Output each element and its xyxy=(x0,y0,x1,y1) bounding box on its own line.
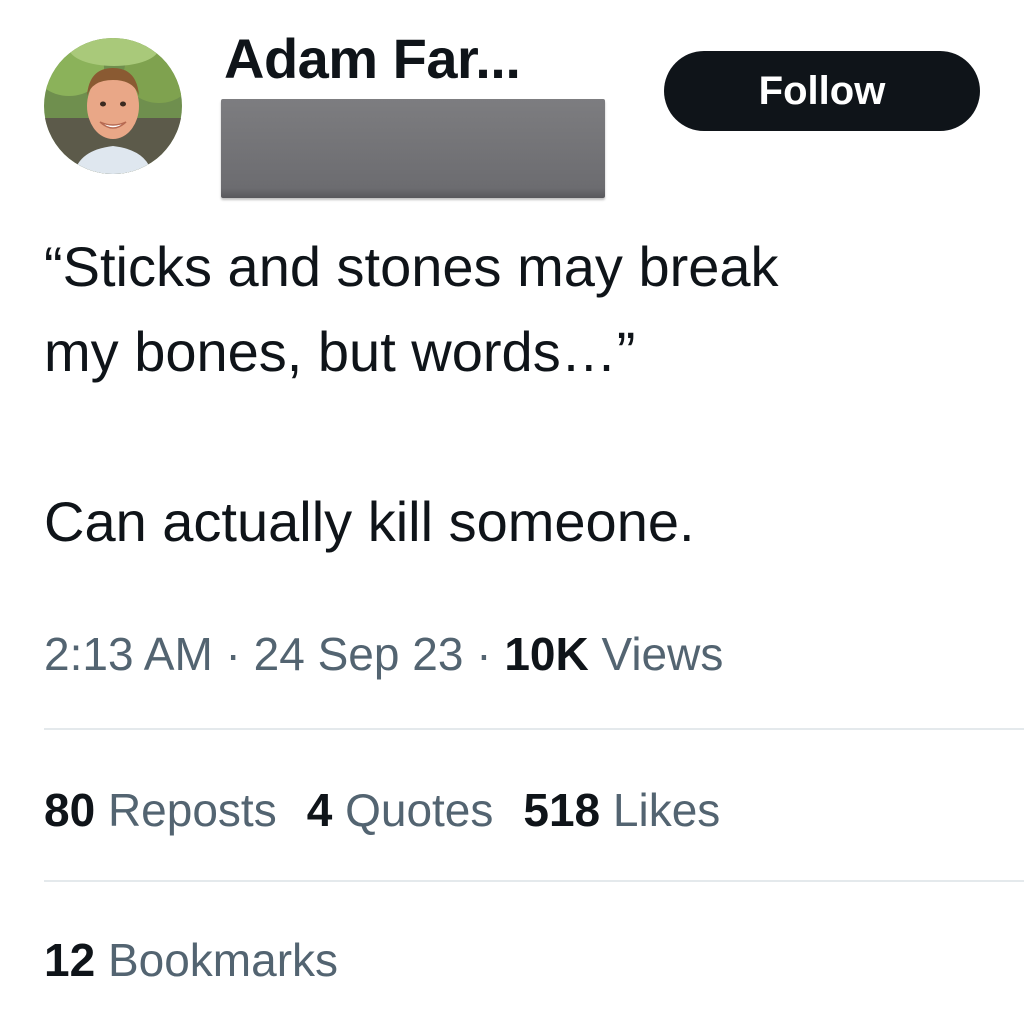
meta-separator: · xyxy=(463,628,505,680)
tweet-line: Can actually kill someone. xyxy=(44,490,695,553)
meta-separator: · xyxy=(212,628,254,680)
likes-count: 518 xyxy=(523,784,601,836)
tweet-date[interactable]: 24 Sep 23 xyxy=(254,628,464,680)
quotes-stat[interactable]: 4 Quotes xyxy=(307,780,494,840)
likes-stat[interactable]: 518 Likes xyxy=(523,780,720,840)
likes-label: Likes xyxy=(612,784,721,836)
views-label: Views xyxy=(601,628,724,680)
bookmarks-label: Bookmarks xyxy=(107,934,339,986)
author-display-name[interactable]: Adam Far... xyxy=(224,24,521,94)
reposts-stat[interactable]: 80 Reposts xyxy=(44,780,277,840)
follow-button[interactable]: Follow xyxy=(664,51,980,131)
tweet-line: “Sticks and stones may break xyxy=(44,235,779,298)
quotes-label: Quotes xyxy=(345,784,494,836)
tweet-text: “Sticks and stones may break my bones, b… xyxy=(44,224,1004,564)
engagement-stats: 80 Reposts 4 Quotes 518 Likes xyxy=(44,780,750,840)
divider xyxy=(44,728,1024,730)
tweet-meta: 2:13 AM · 24 Sep 23 · 10K Views xyxy=(44,624,723,684)
bookmarks-count: 12 xyxy=(44,934,96,986)
bookmarks-stat[interactable]: 12 Bookmarks xyxy=(44,930,338,990)
divider xyxy=(44,880,1024,882)
profile-photo-icon xyxy=(44,38,182,174)
redacted-handle xyxy=(221,99,605,198)
tweet-line: my bones, but words…” xyxy=(44,320,636,383)
reposts-count: 80 xyxy=(44,784,96,836)
reposts-label: Reposts xyxy=(107,784,277,836)
quotes-count: 4 xyxy=(306,784,333,836)
tweet-time[interactable]: 2:13 AM xyxy=(44,628,213,680)
avatar[interactable] xyxy=(44,38,182,174)
views-count: 10K xyxy=(504,628,589,680)
